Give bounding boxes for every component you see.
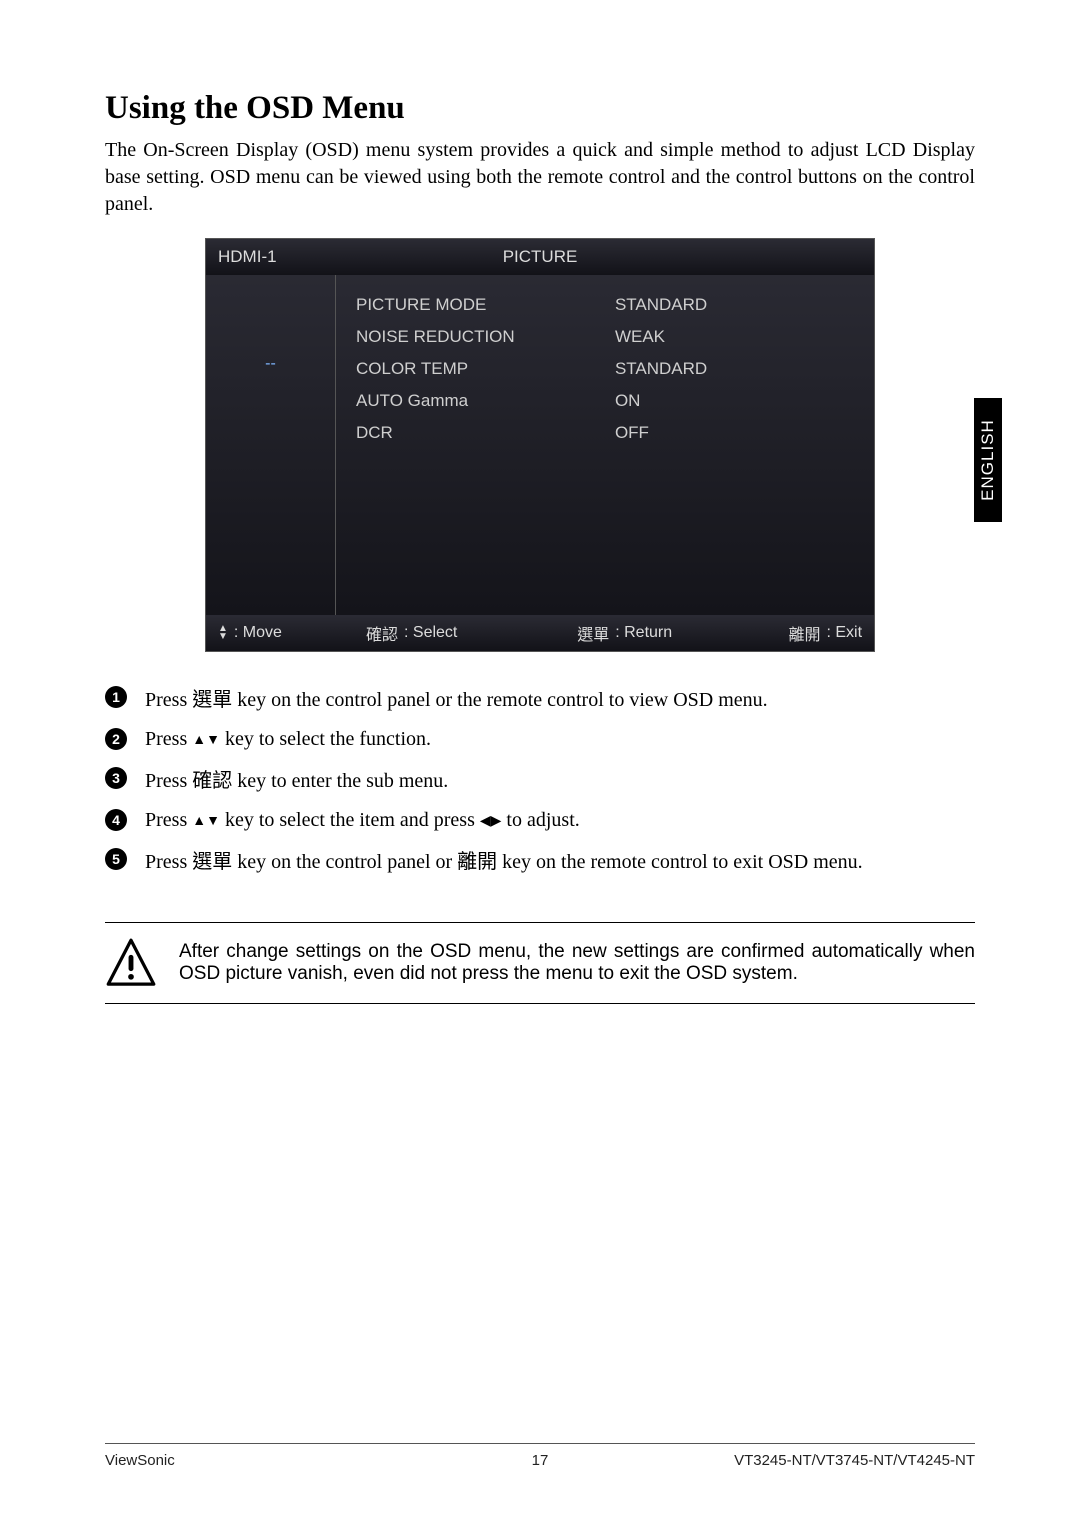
steps-list: 1 Press 選單 key on the control panel or t… xyxy=(105,684,975,876)
intro-paragraph: The On-Screen Display (OSD) menu system … xyxy=(105,137,975,218)
osd-body: -- PICTURE MODE NOISE REDUCTION COLOR TE… xyxy=(206,275,874,615)
page-heading: Using the OSD Menu xyxy=(105,90,975,127)
osd-header: HDMI-1 PICTURE xyxy=(206,239,874,275)
updown-icon: ▲▼ xyxy=(192,813,220,832)
notice-box: After change settings on the OSD menu, t… xyxy=(105,922,975,1004)
step-bullet: 5 xyxy=(105,848,127,870)
osd-sidebar-dash: -- xyxy=(265,355,276,373)
osd-hint-select-label: : Select xyxy=(404,624,457,642)
osd-row-value[interactable]: STANDARD xyxy=(615,289,854,321)
page-footer: ViewSonic 17 VT3245-NT/VT3745-NT/VT4245-… xyxy=(105,1443,975,1469)
osd-title: PICTURE xyxy=(348,247,732,267)
osd-hint-move: ▲▼ : Move xyxy=(218,624,348,642)
osd-hint-select: 確認 : Select xyxy=(348,621,577,645)
step-4: 4 Press ▲▼ key to select the item and pr… xyxy=(105,807,975,834)
step-text: Press 選單 key on the control panel or the… xyxy=(145,684,768,714)
step-bullet: 2 xyxy=(105,728,127,750)
osd-hint-exit-label: : Exit xyxy=(826,624,862,642)
osd-row-value[interactable]: ON xyxy=(615,385,854,417)
osd-panel: HDMI-1 PICTURE -- PICTURE MODE NOISE RED… xyxy=(205,238,875,652)
osd-hint-return: 選單 : Return xyxy=(577,621,788,645)
step-text: Press ▲▼ key to select the item and pres… xyxy=(145,807,580,834)
osd-sidebar: -- xyxy=(206,275,336,615)
osd-row-label[interactable]: DCR xyxy=(356,417,615,449)
leftright-icon: ◀▶ xyxy=(480,813,502,832)
step-3: 3 Press 確認 key to enter the sub menu. xyxy=(105,765,975,795)
osd-row-value[interactable]: WEAK xyxy=(615,321,854,353)
osd-hint-return-key: 選單 xyxy=(577,621,609,645)
updown-icon: ▲▼ xyxy=(192,732,220,751)
step-5: 5 Press 選單 key on the control panel or 離… xyxy=(105,846,975,876)
osd-sidebar-icon-placeholder xyxy=(258,289,284,315)
step-bullet: 1 xyxy=(105,686,127,708)
step-bullet: 3 xyxy=(105,767,127,789)
step-text: Press 選單 key on the control panel or 離開 … xyxy=(145,846,863,876)
updown-icon: ▲▼ xyxy=(218,625,228,641)
osd-hint-move-label: : Move xyxy=(234,624,282,642)
osd-hint-return-label: : Return xyxy=(615,624,672,642)
step-text: Press 確認 key to enter the sub menu. xyxy=(145,765,448,795)
step-2: 2 Press ▲▼ key to select the function. xyxy=(105,726,975,753)
notice-text: After change settings on the OSD menu, t… xyxy=(179,941,975,985)
osd-hint-select-key: 確認 xyxy=(366,621,398,645)
footer-page-number: 17 xyxy=(395,1452,685,1469)
osd-source-label: HDMI-1 xyxy=(218,247,348,267)
osd-hint-exit: 離開 : Exit xyxy=(788,621,862,645)
step-bullet: 4 xyxy=(105,809,127,831)
osd-row-label[interactable]: PICTURE MODE xyxy=(356,289,615,321)
osd-row-value[interactable]: OFF xyxy=(615,417,854,449)
osd-hint-exit-key: 離開 xyxy=(788,621,820,645)
osd-row-label[interactable]: AUTO Gamma xyxy=(356,385,615,417)
osd-row-value[interactable]: STANDARD xyxy=(615,353,854,385)
osd-row-label[interactable]: COLOR TEMP xyxy=(356,353,615,385)
osd-footer: ▲▼ : Move 確認 : Select 選單 : Return 離開 : E… xyxy=(206,615,874,651)
osd-settings: PICTURE MODE NOISE REDUCTION COLOR TEMP … xyxy=(336,275,874,615)
footer-brand: ViewSonic xyxy=(105,1452,395,1469)
language-tab: ENGLISH xyxy=(974,398,1002,522)
footer-model: VT3245-NT/VT3745-NT/VT4245-NT xyxy=(685,1452,975,1469)
osd-row-label[interactable]: NOISE REDUCTION xyxy=(356,321,615,353)
step-1: 1 Press 選單 key on the control panel or t… xyxy=(105,684,975,714)
step-text: Press ▲▼ key to select the function. xyxy=(145,726,431,753)
warning-icon xyxy=(105,937,157,989)
